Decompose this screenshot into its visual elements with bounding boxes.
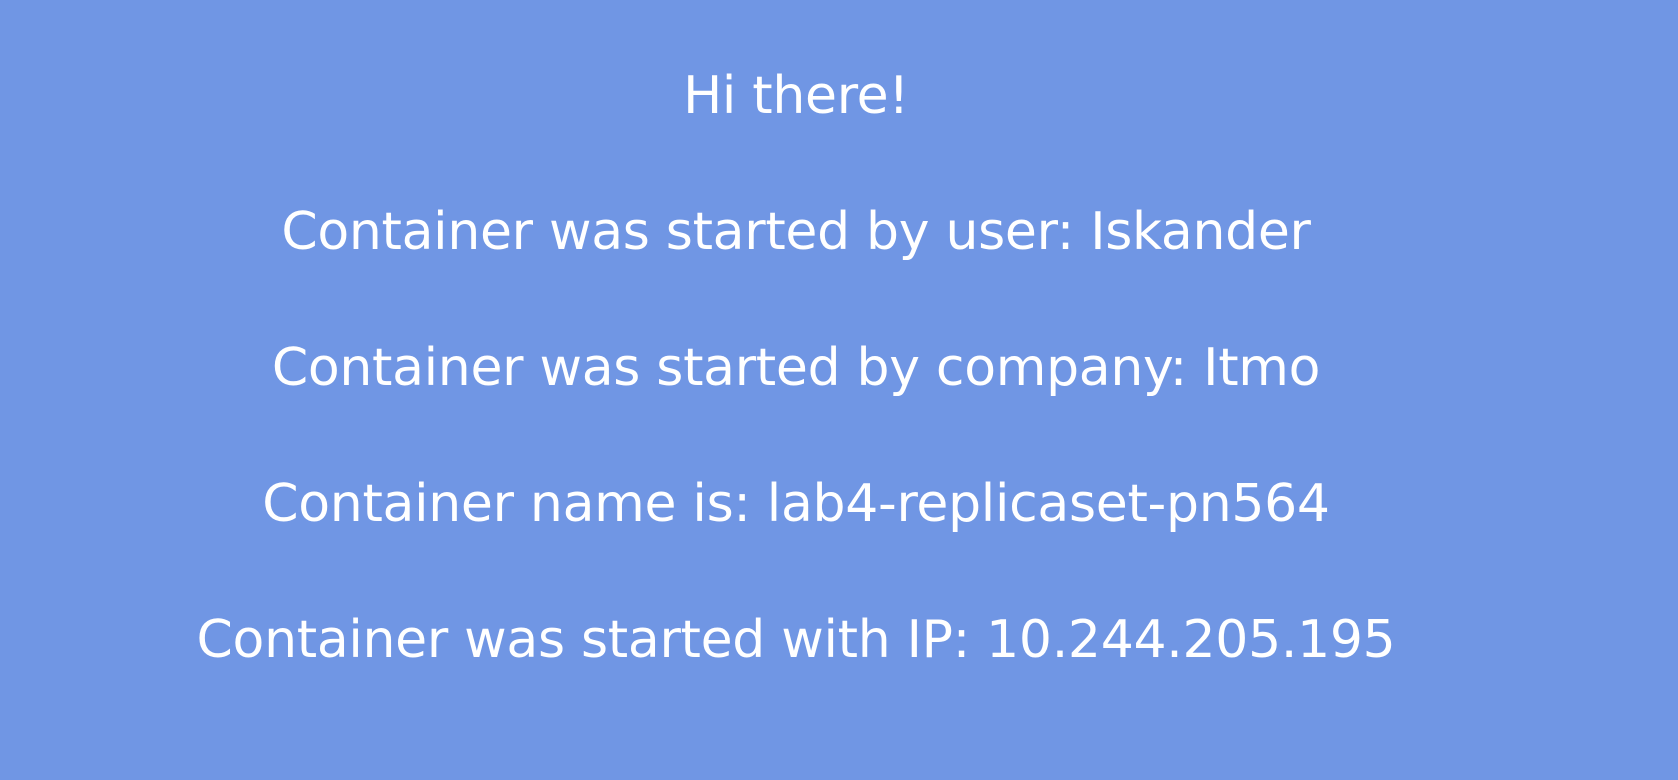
page: Hi there! Container was started by user:…	[0, 0, 1678, 780]
container-name-text: Container name is: lab4-replicaset-pn564	[262, 474, 1330, 534]
greeting-text: Hi there!	[683, 66, 909, 126]
info-block: Hi there! Container was started by user:…	[0, 28, 1592, 708]
started-by-company-text: Container was started by company: Itmo	[271, 338, 1321, 398]
started-by-user-text: Container was started by user: Iskander	[281, 202, 1311, 262]
container-ip-text: Container was started with IP: 10.244.20…	[196, 610, 1396, 670]
